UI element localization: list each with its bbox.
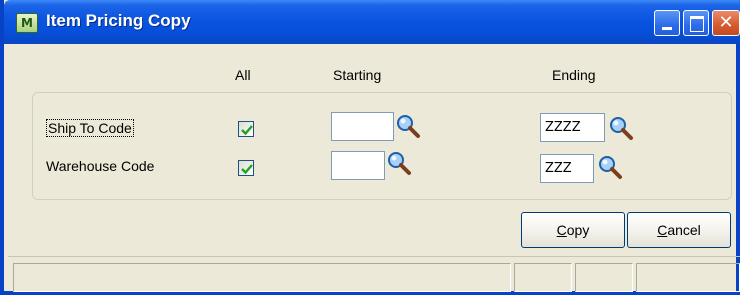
copy-button[interactable]: Copy (521, 212, 625, 248)
ship-to-code-starting-input[interactable] (331, 112, 394, 141)
ship-to-code-starting-lookup-icon[interactable] (396, 114, 422, 140)
app-icon: M (16, 13, 38, 33)
ship-to-code-ending-input[interactable]: ZZZZ (540, 113, 605, 142)
warehouse-code-all-checkbox[interactable] (238, 160, 254, 176)
close-button[interactable]: ✕ (712, 10, 740, 36)
checkmark-icon (241, 164, 253, 175)
maximize-button[interactable] (683, 10, 709, 36)
close-icon: ✕ (718, 12, 734, 33)
minimize-button[interactable] (654, 10, 680, 36)
warehouse-code-starting-input[interactable] (331, 151, 385, 180)
selection-group-box (32, 92, 732, 200)
warehouse-code-starting-lookup-icon[interactable] (387, 151, 413, 177)
warehouse-code-ending-lookup-icon[interactable] (598, 155, 624, 181)
title-bar[interactable]: M Item Pricing Copy ✕ (4, 0, 740, 44)
status-panel-main (13, 263, 511, 292)
column-header-ending: Ending (552, 67, 596, 83)
ship-to-code-label: Ship To Code (46, 119, 134, 137)
cancel-button[interactable]: Cancel (627, 212, 731, 248)
warehouse-code-label: Warehouse Code (46, 158, 155, 174)
column-header-starting: Starting (333, 67, 382, 83)
item-pricing-copy-window: M Item Pricing Copy ✕ All Starting Endin… (0, 0, 740, 295)
status-panel-3 (575, 263, 633, 292)
window-title: Item Pricing Copy (46, 11, 191, 30)
status-bar (8, 256, 740, 292)
status-panel-4 (636, 263, 740, 292)
status-panel-2 (514, 263, 572, 292)
warehouse-code-ending-input[interactable]: ZZZ (540, 154, 594, 183)
ship-to-code-all-checkbox[interactable] (238, 121, 254, 137)
ship-to-code-ending-lookup-icon[interactable] (609, 116, 635, 142)
column-header-all: All (235, 67, 251, 83)
checkmark-icon (241, 125, 253, 136)
